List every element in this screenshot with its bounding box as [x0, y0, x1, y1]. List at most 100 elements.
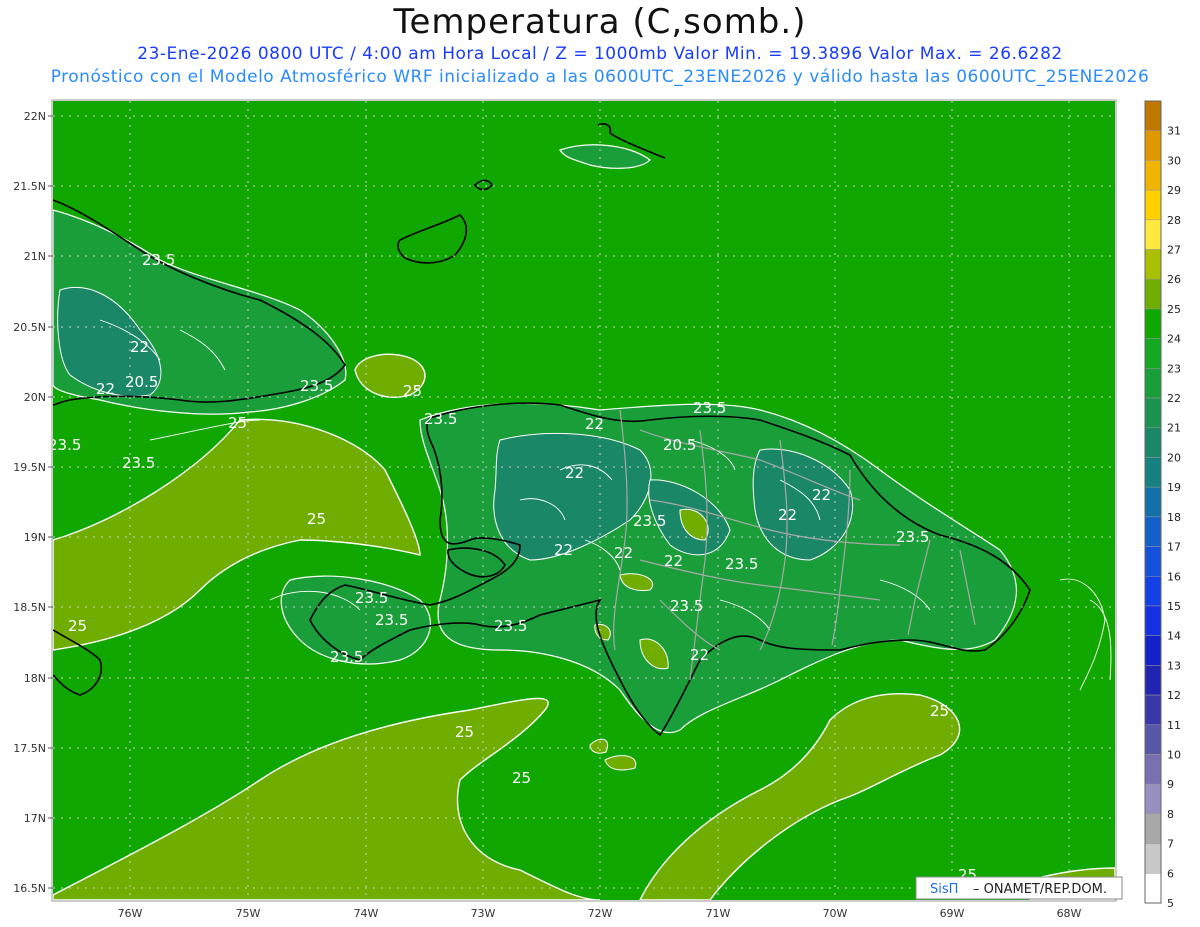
contour-label: 23.5 — [494, 617, 527, 635]
colorbar-swatch — [1144, 278, 1162, 310]
credit-text: – ONAMET/REP.DOM. — [973, 882, 1107, 897]
lon-label: 76W — [118, 907, 143, 920]
lat-label: 19N — [24, 531, 46, 544]
contour-label: 23.5 — [693, 399, 726, 417]
contour-label: 25 — [930, 702, 949, 720]
colorbar-swatch — [1144, 516, 1162, 547]
colorbar-label: 19 — [1167, 481, 1181, 494]
contour-label: 22 — [96, 380, 115, 398]
colorbar-swatch — [1144, 427, 1162, 458]
temperature-map: 23.5 22 20.5 23.5 25 23.5 25 23.5 22 20.… — [13, 99, 1181, 920]
colorbar-swatch — [1144, 813, 1162, 844]
contour-label: 23.5 — [330, 648, 363, 666]
colorbar-swatch — [1144, 397, 1162, 428]
colorbar-label: 23 — [1167, 362, 1181, 375]
colorbar-label: 21 — [1167, 422, 1181, 435]
colorbar-swatch — [1144, 100, 1162, 131]
colorbar-label: 15 — [1167, 600, 1181, 613]
contour-label: 25 — [68, 617, 87, 635]
contour-label: 25 — [512, 769, 531, 787]
colorbar-label: 25 — [1167, 303, 1181, 316]
lon-label: 75W — [236, 907, 261, 920]
lon-label: 68W — [1057, 907, 1082, 920]
colorbar-label: 8 — [1167, 808, 1174, 821]
colorbar-label: 12 — [1167, 689, 1181, 702]
colorbar: 31 30 29 28 27 26 25 24 23 22 21 20 19 18 17 16 15 14 13 12… — [1144, 100, 1181, 910]
contour-label: 23.5 — [725, 555, 758, 573]
contour-label: 23.5 — [424, 410, 457, 428]
colorbar-swatch — [1144, 783, 1162, 815]
plot-area: 23.5 22 20.5 23.5 25 23.5 25 23.5 22 20.… — [48, 101, 1115, 900]
colorbar-swatch — [1144, 368, 1162, 399]
colorbar-label: 9 — [1167, 778, 1174, 791]
contour-label: 23.5 — [122, 454, 155, 472]
lat-label: 20.5N — [13, 321, 46, 334]
colorbar-label: 5 — [1167, 897, 1174, 910]
colorbar-label: 30 — [1167, 154, 1181, 167]
colorbar-label: 7 — [1167, 838, 1174, 851]
colorbar-label: 29 — [1167, 184, 1181, 197]
colorbar-swatch — [1144, 576, 1162, 607]
contour-label: 20.5 — [125, 373, 158, 391]
contour-label: 23.5 — [670, 597, 703, 615]
credit-brand: SisΠ — [930, 882, 958, 897]
colorbar-label: 13 — [1167, 659, 1181, 672]
colorbar-swatch — [1144, 130, 1162, 161]
contour-label: 23.5 — [300, 377, 333, 395]
lat-label: 17.5N — [13, 742, 46, 755]
lat-label: 22N — [24, 110, 46, 123]
contour-label: 22 — [585, 415, 604, 433]
colorbar-label: 16 — [1167, 570, 1181, 583]
colorbar-label: 18 — [1167, 511, 1181, 524]
contour-label: 23.5 — [375, 611, 408, 629]
colorbar-swatch — [1144, 724, 1162, 755]
lon-label: 70W — [823, 907, 848, 920]
lon-label: 72W — [588, 907, 613, 920]
colorbar-swatch — [1144, 249, 1162, 280]
lon-label: 73W — [471, 907, 496, 920]
colorbar-swatch — [1144, 546, 1162, 577]
credit-box: SisΠ – ONAMET/REP.DOM. — [915, 876, 1123, 900]
contour-label: 22 — [812, 486, 831, 504]
contour-label: 25 — [403, 382, 422, 400]
contour-label: 22 — [690, 646, 709, 664]
colorbar-swatch — [1144, 308, 1162, 339]
lat-label: 18N — [24, 672, 46, 685]
contour-label: 23.5 — [633, 512, 666, 530]
colorbar-swatch — [1144, 338, 1162, 369]
colorbar-label: 24 — [1167, 333, 1181, 346]
contour-label: 22 — [664, 552, 683, 570]
lat-label: 21N — [24, 250, 46, 263]
lon-label: 69W — [940, 907, 965, 920]
contour-label: 22 — [130, 338, 149, 356]
colorbar-label: 14 — [1167, 630, 1181, 643]
lat-label: 16.5N — [13, 882, 46, 895]
contour-label: 25 — [228, 414, 247, 432]
contour-label: 23.5 — [48, 436, 81, 454]
colorbar-swatch — [1144, 843, 1162, 874]
colorbar-swatch — [1144, 189, 1162, 221]
latitude-labels: 22N 21.5N 21N 20.5N 20N 19.5N 19N 18.5N … — [13, 110, 46, 895]
colorbar-swatch — [1144, 219, 1162, 250]
colorbar-swatch — [1144, 605, 1162, 636]
colorbar-label: 10 — [1167, 748, 1181, 761]
lon-label: 71W — [706, 907, 731, 920]
colorbar-swatch — [1144, 665, 1162, 696]
lon-label: 74W — [354, 907, 379, 920]
contour-label: 25 — [307, 510, 326, 528]
colorbar-label: 11 — [1167, 719, 1181, 732]
lat-label: 19.5N — [13, 461, 46, 474]
colorbar-label: 28 — [1167, 214, 1181, 227]
contour-label: 22 — [778, 506, 797, 524]
lat-label: 21.5N — [13, 180, 46, 193]
lat-label: 17N — [24, 812, 46, 825]
colorbar-label: 27 — [1167, 244, 1181, 257]
colorbar-swatch — [1144, 457, 1162, 488]
colorbar-label: 6 — [1167, 867, 1174, 880]
colorbar-swatch — [1144, 754, 1162, 785]
lat-label: 20N — [24, 391, 46, 404]
contour-label: 23.5 — [355, 589, 388, 607]
contour-label: 22 — [565, 464, 584, 482]
colorbar-swatch — [1144, 873, 1162, 904]
contour-label: 23.5 — [896, 528, 929, 546]
